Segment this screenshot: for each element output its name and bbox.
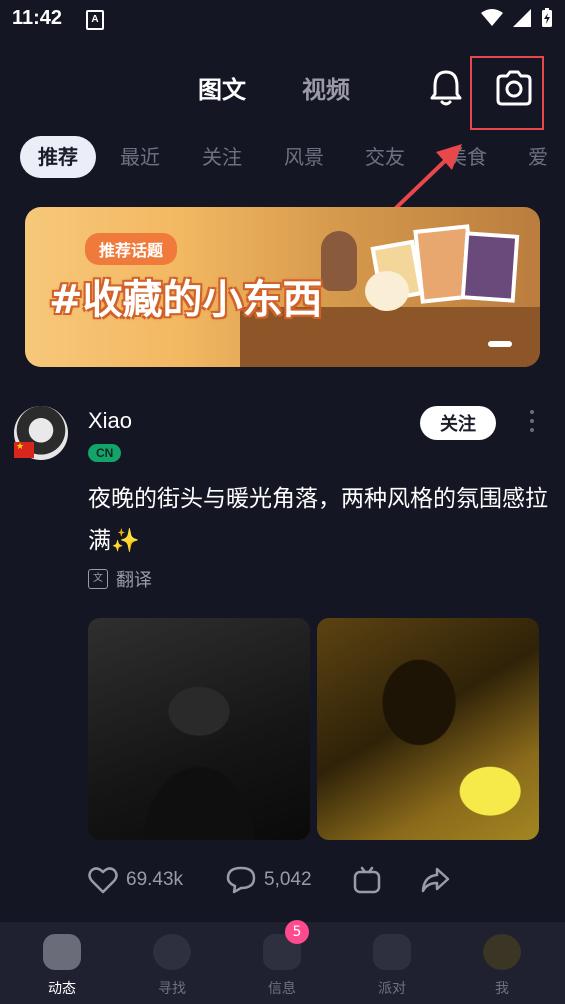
nav-messages[interactable]: 5 信息 (242, 920, 322, 998)
region-badge: CN (88, 444, 122, 462)
nav-party[interactable]: 派对 (352, 934, 432, 998)
nav-moments[interactable]: 动态 (22, 934, 102, 998)
banner-photo (460, 231, 520, 303)
nav-label: 动态 (48, 981, 76, 997)
heart-icon (88, 867, 118, 894)
translate-icon: 文 (88, 569, 108, 589)
post-photo[interactable] (317, 618, 539, 840)
banner-title: #收藏的小东西 (49, 277, 323, 323)
gift-icon (353, 866, 381, 894)
post-username[interactable]: Xiao (88, 408, 132, 434)
chat-bubbles-icon (153, 934, 191, 970)
follow-button[interactable]: 关注 (420, 406, 496, 440)
comment-button[interactable]: 5,042 (226, 866, 312, 894)
nav-discover[interactable]: 寻找 (132, 934, 212, 998)
post-actions: 69.43k 5,042 (88, 866, 548, 896)
post-photo[interactable] (88, 618, 310, 840)
nav-label: 寻找 (158, 981, 186, 997)
profile-icon (483, 934, 521, 970)
like-button[interactable]: 69.43k (88, 866, 183, 894)
share-button[interactable] (420, 866, 450, 894)
translate-label: 翻译 (116, 570, 152, 591)
post-text: 夜晚的街头与暖光角落，两种风格的氛围感拉满✨ (88, 486, 548, 554)
figure-doll (321, 231, 357, 291)
comment-icon (226, 866, 256, 894)
nav-label: 派对 (378, 981, 406, 997)
party-icon (373, 934, 411, 970)
bottom-nav: 动态 寻找 5 信息 派对 我 (0, 920, 565, 1004)
unread-badge: 5 (285, 920, 309, 944)
nav-label: 我 (495, 981, 509, 997)
comment-count: 5,042 (264, 869, 312, 890)
nav-label: 信息 (268, 981, 296, 997)
more-options-icon[interactable] (526, 410, 538, 436)
share-icon (421, 867, 450, 893)
nav-me[interactable]: 我 (462, 934, 542, 998)
china-flag-icon: ★ (14, 442, 34, 458)
home-icon (43, 934, 81, 970)
banner-page-indicator (488, 341, 512, 347)
topic-banner[interactable]: 推荐话题 #收藏的小东西 (25, 207, 540, 367)
gift-button[interactable] (352, 866, 382, 894)
plush-bear (365, 271, 409, 311)
translate-button[interactable]: 文 翻译 (88, 566, 152, 592)
like-count: 69.43k (126, 869, 184, 890)
banner-tag: 推荐话题 (85, 233, 178, 265)
message-icon: 5 (263, 920, 309, 970)
